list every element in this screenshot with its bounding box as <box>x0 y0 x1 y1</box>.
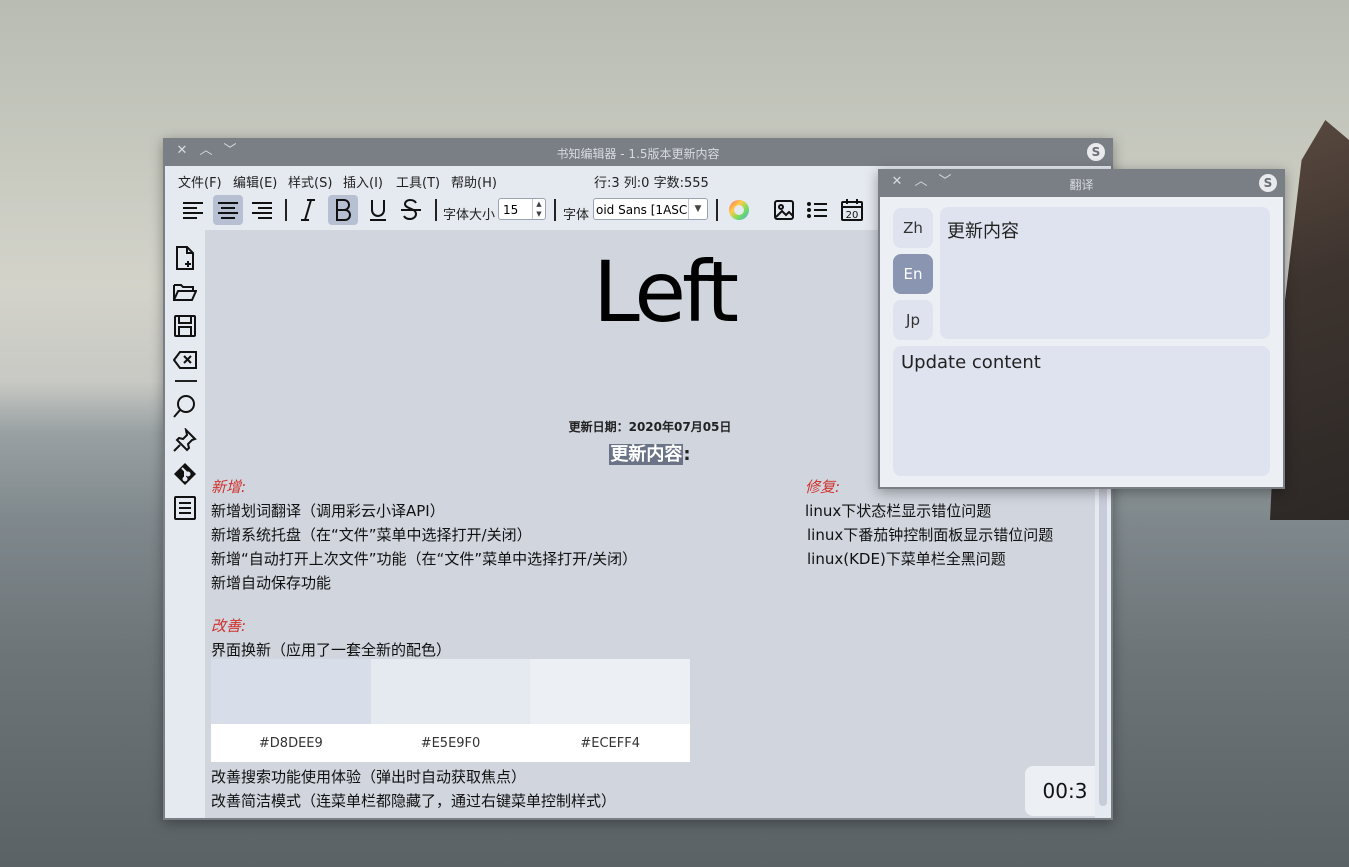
swatch-label: #D8DEE9 <box>258 736 323 751</box>
toolbar-divider <box>716 199 718 221</box>
git-icon[interactable] <box>171 460 199 488</box>
big-heading: Left <box>593 243 739 341</box>
color-swatches: #D8DEE9 #E5E9F0 #ECEFF4 <box>211 659 691 762</box>
align-right-icon[interactable] <box>247 195 277 225</box>
calendar-icon[interactable]: 20 <box>837 195 867 225</box>
lang-jp-button[interactable]: Jp <box>893 300 933 340</box>
bold-icon[interactable] <box>328 195 358 225</box>
swatch-label: #ECEFF4 <box>580 736 640 751</box>
status-text: 行:3 列:0 字数:555 <box>594 176 709 191</box>
translate-title: 翻译 <box>1069 178 1094 192</box>
improve-heading: 改善: <box>211 617 247 635</box>
pomodoro-timer[interactable]: 00:3 <box>1025 766 1095 816</box>
calendar-day: 20 <box>846 210 859 221</box>
font-size-label: 字体大小 <box>443 208 496 223</box>
improve-item: 改善搜索功能使用体验（弹出时自动获取焦点） <box>211 768 527 786</box>
fix-item: linux下状态栏显示错位问题 <box>805 502 992 520</box>
toolbar-divider <box>554 199 556 221</box>
italic-icon[interactable] <box>293 195 323 225</box>
translate-titlebar: ✕ ︿ ﹀ 翻译 S <box>878 169 1285 197</box>
title-colon: : <box>683 444 691 465</box>
new-file-icon[interactable] <box>171 244 199 272</box>
editor-titlebar: ✕ ︿ ﹀ 书知编辑器 - 1.5版本更新内容 S <box>163 138 1113 166</box>
new-item: 新增系统托盘（在“文件”菜单中选择打开/关闭） <box>211 526 532 544</box>
sidebar-divider <box>175 380 197 382</box>
swatch-color <box>370 659 531 724</box>
search-icon[interactable] <box>171 392 199 420</box>
pin-icon[interactable] <box>171 426 199 454</box>
menu-edit[interactable]: 编辑(E) <box>233 172 277 191</box>
color-wheel-icon[interactable] <box>724 195 754 225</box>
new-heading: 新增: <box>211 478 247 496</box>
strikethrough-icon[interactable] <box>396 195 426 225</box>
translate-body: Zh En Jp 更新内容 Update content <box>880 197 1283 487</box>
outline-icon[interactable] <box>171 494 199 522</box>
swatch: #E5E9F0 <box>370 659 531 762</box>
new-item: 新增自动保存功能 <box>211 574 332 592</box>
lang-zh-button[interactable]: Zh <box>893 208 933 248</box>
menu-help[interactable]: 帮助(H) <box>451 172 497 191</box>
menu-tools[interactable]: 工具(T) <box>396 172 440 191</box>
fix-item: linux下番茄钟控制面板显示错位问题 <box>807 526 1054 544</box>
result-text-box[interactable]: Update content <box>893 346 1270 476</box>
stepper-arrows-icon[interactable]: ▲ ▼ <box>532 199 545 219</box>
source-text-box[interactable]: 更新内容 <box>940 207 1270 339</box>
menu-style[interactable]: 样式(S) <box>288 172 332 191</box>
image-icon[interactable] <box>769 195 799 225</box>
chevron-down-icon[interactable]: ▼ <box>688 199 707 219</box>
open-folder-icon[interactable] <box>171 278 199 306</box>
lang-en-button[interactable]: En <box>893 254 933 294</box>
app-logo-icon: S <box>1259 174 1277 192</box>
toolbar-divider <box>285 199 287 221</box>
delete-icon[interactable] <box>171 346 199 374</box>
align-center-icon[interactable] <box>213 195 243 225</box>
underline-icon[interactable] <box>363 195 393 225</box>
swatch-color <box>211 659 371 724</box>
toolbar-divider <box>435 199 437 221</box>
sidebar <box>165 228 205 818</box>
improve-item: 界面换新（应用了一套全新的配色） <box>211 641 452 659</box>
save-icon[interactable] <box>171 312 199 340</box>
font-size-value: 15 <box>503 203 519 217</box>
new-item: 新增划词翻译（调用彩云小译API） <box>211 502 445 520</box>
swatch-color <box>530 659 691 724</box>
fix-item: linux(KDE)下菜单栏全黑问题 <box>807 550 1006 568</box>
swatch: #ECEFF4 <box>530 659 691 762</box>
list-icon[interactable] <box>802 195 832 225</box>
translate-window: ✕ ︿ ﹀ 翻译 S Zh En Jp 更新内容 Update content <box>878 169 1285 489</box>
swatch-label: #E5E9F0 <box>420 736 481 751</box>
menu-file[interactable]: 文件(F) <box>178 172 222 191</box>
new-item: 新增“自动打开上次文件”功能（在“文件”菜单中选择打开/关闭） <box>211 550 638 568</box>
font-label: 字体 <box>563 208 590 223</box>
app-logo-icon: S <box>1087 143 1105 161</box>
window-title: 书知编辑器 - 1.5版本更新内容 <box>556 147 720 161</box>
menu-insert[interactable]: 插入(I) <box>343 172 383 191</box>
improve-item: 改善简洁模式（连菜单栏都隐藏了，通过右键菜单控制样式） <box>211 792 617 810</box>
selected-text: 更新内容 <box>609 444 684 465</box>
fix-heading: 修复: <box>805 478 841 496</box>
font-size-stepper[interactable]: 15 ▲ ▼ <box>498 198 546 220</box>
align-left-icon[interactable] <box>178 195 208 225</box>
font-select[interactable]: oid Sans [1ASC] ▼ <box>593 198 708 220</box>
swatch: #D8DEE9 <box>211 659 371 762</box>
font-select-value: oid Sans [1ASC] <box>596 203 692 217</box>
